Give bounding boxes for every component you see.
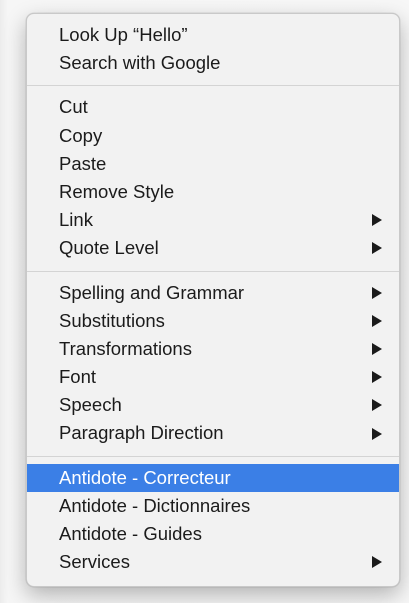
menu-item-substitutions[interactable]: Substitutions [27, 307, 399, 335]
menu-separator [27, 270, 399, 272]
menu-item-label: Speech [59, 394, 122, 416]
menu-item-search-with-google[interactable]: Search with Google [27, 49, 399, 77]
menu-item-label: Services [59, 551, 130, 573]
menu-item-label: Paste [59, 152, 107, 174]
chevron-right-icon [372, 214, 382, 227]
chevron-right-icon [372, 314, 382, 327]
menu-item-label: Link [59, 209, 93, 231]
menu-item-label: Search with Google [59, 52, 221, 74]
chevron-right-icon [372, 286, 382, 299]
menu-group-lookup: Look Up “Hello” Search with Google [27, 21, 399, 77]
menu-item-label: Antidote - Correcteur [59, 466, 231, 488]
menu-item-spelling-and-grammar[interactable]: Spelling and Grammar [27, 279, 399, 307]
menu-item-label: Antidote - Dictionnaires [59, 494, 251, 516]
menu-group-edit: Cut Copy Paste Remove Style Link Quote L… [27, 93, 399, 262]
menu-item-label: Spelling and Grammar [59, 281, 245, 303]
menu-group-services: Antidote - Correcteur Antidote - Diction… [27, 463, 399, 577]
menu-separator [27, 85, 399, 87]
menu-item-label: Paragraph Direction [59, 422, 224, 444]
menu-item-label: Remove Style [59, 180, 175, 202]
menu-item-services[interactable]: Services [27, 548, 399, 576]
menu-item-paragraph-direction[interactable]: Paragraph Direction [27, 419, 399, 447]
menu-group-format: Spelling and Grammar Substitutions Trans… [27, 279, 399, 448]
menu-item-remove-style[interactable]: Remove Style [27, 178, 399, 206]
menu-item-transformations[interactable]: Transformations [27, 335, 399, 363]
menu-item-copy[interactable]: Copy [27, 122, 399, 150]
menu-item-label: Look Up “Hello” [59, 24, 188, 45]
chevron-right-icon [372, 427, 382, 440]
menu-separator [27, 455, 399, 457]
chevron-right-icon [372, 556, 382, 569]
menu-item-antidote-dictionnaires[interactable]: Antidote - Dictionnaires [27, 492, 399, 520]
context-menu: Look Up “Hello” Search with Google Cut C… [26, 13, 400, 587]
menu-item-link[interactable]: Link [27, 206, 399, 234]
menu-item-antidote-guides[interactable]: Antidote - Guides [27, 520, 399, 548]
menu-item-antidote-correcteur[interactable]: Antidote - Correcteur [27, 463, 399, 492]
chevron-right-icon [372, 342, 382, 355]
menu-item-label: Font [59, 366, 97, 388]
chevron-right-icon [372, 242, 382, 255]
chevron-right-icon [372, 371, 382, 384]
menu-item-label: Quote Level [59, 237, 159, 259]
menu-item-label: Copy [59, 124, 103, 146]
menu-item-quote-level[interactable]: Quote Level [27, 234, 399, 262]
menu-item-label: Antidote - Guides [59, 523, 202, 544]
menu-item-cut[interactable]: Cut [27, 93, 399, 121]
menu-item-font[interactable]: Font [27, 363, 399, 391]
menu-item-label: Substitutions [59, 309, 165, 331]
menu-item-label: Cut [59, 96, 88, 118]
menu-item-paste[interactable]: Paste [27, 150, 399, 178]
menu-item-speech[interactable]: Speech [27, 391, 399, 419]
menu-item-label: Transformations [59, 337, 192, 359]
menu-item-look-up[interactable]: Look Up “Hello” [27, 21, 399, 49]
chevron-right-icon [372, 399, 382, 412]
